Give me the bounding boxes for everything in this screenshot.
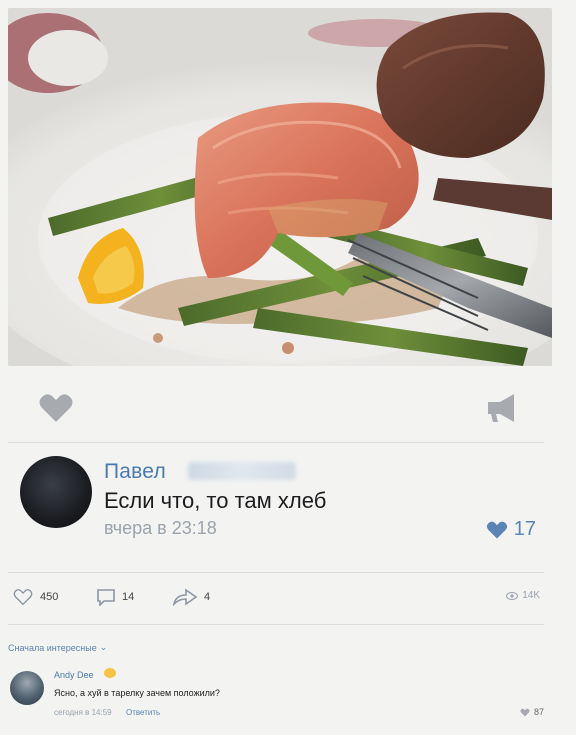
heart-icon (520, 708, 530, 716)
divider (8, 442, 544, 443)
heart-outline-icon (13, 588, 33, 606)
comment-icon (97, 589, 115, 606)
divider (8, 572, 544, 573)
reply-author-name[interactable]: Andy Dee (54, 670, 94, 680)
comment-count: 14 (122, 591, 135, 603)
reply-like-button[interactable]: 87 (520, 707, 544, 717)
heart-icon (486, 521, 507, 539)
reply-comment: Andy Dee Ясно, а хуй в тарелку зачем пол… (8, 665, 552, 725)
post-actions (8, 374, 552, 438)
comment: Павел Если что, то там хлеб вчера в 23:1… (8, 446, 552, 570)
like-count: 450 (40, 591, 59, 603)
comment-like-button[interactable]: 17 (486, 518, 536, 541)
comment-time: вчера в 23:18 (104, 518, 217, 538)
reply-button[interactable]: Ответить (126, 708, 160, 717)
views: 14K (506, 590, 540, 601)
avatar[interactable] (20, 456, 92, 528)
blurred-surname (188, 462, 296, 480)
share-count: 4 (204, 591, 211, 603)
avatar[interactable] (10, 671, 44, 705)
view-count: 14K (522, 590, 540, 601)
share-arrow-icon (172, 588, 198, 606)
comment-like-count: 17 (513, 518, 536, 540)
reply-text: Ясно, а хуй в тарелку зачем положили? (54, 688, 220, 698)
sort-dropdown[interactable]: Сначала интересные ⌄ (8, 642, 107, 653)
sort-label: Сначала интересные (8, 642, 97, 653)
emoji-icon (104, 668, 116, 678)
reply-like-count: 87 (533, 707, 544, 717)
share-button[interactable]: 4 (172, 588, 210, 606)
eye-icon (506, 591, 519, 600)
post-stats: 450 14 4 14K (8, 578, 552, 618)
like-button[interactable]: 450 (12, 588, 58, 606)
megaphone-icon[interactable] (482, 392, 522, 424)
post-photo[interactable] (8, 8, 552, 366)
divider (8, 624, 544, 625)
comment-button[interactable]: 14 (96, 588, 134, 606)
heart-icon[interactable] (38, 392, 74, 424)
comment-text: Если что, то там хлеб (104, 488, 327, 513)
comment-author-name[interactable]: Павел (104, 460, 166, 484)
chevron-down-icon: ⌄ (99, 642, 108, 652)
salmon-plate-image (8, 8, 552, 366)
reply-time: сегодня в 14:59 (54, 708, 112, 717)
